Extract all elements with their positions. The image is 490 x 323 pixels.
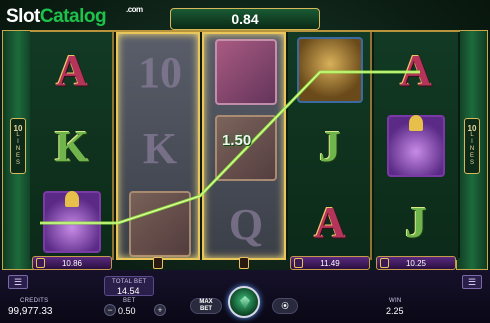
symbol-cell: A [56, 45, 88, 95]
reel-value-4[interactable]: 11.49 [290, 256, 370, 270]
lock-icon [380, 258, 389, 268]
bottom-bar: CREDITS 99,977.33 TOTAL BET 14.54 − BET … [0, 270, 490, 323]
watermark: SlotCatalog .com [6, 5, 143, 27]
menu-icon-right[interactable]: ☰ [462, 275, 482, 289]
total-bet-label: TOTAL BET [112, 279, 147, 285]
reel-value-1[interactable]: 10.86 [32, 256, 112, 270]
lion-icon [297, 37, 363, 103]
bet-value: 0.50 [118, 306, 136, 316]
potion-icon [43, 191, 101, 253]
reel-values-row: 10.86 11.49 10.25 [30, 256, 460, 270]
total-bet-panel: TOTAL BET 14.54 [104, 276, 154, 296]
lion-symbol [288, 32, 370, 108]
potion-symbol [374, 108, 458, 184]
symbol-cell: A [314, 197, 346, 247]
lock-icon [153, 257, 163, 269]
lock-icon [294, 258, 303, 268]
win-value: 2.25 [386, 306, 404, 316]
potion-symbol [30, 184, 112, 260]
bet-increase-button[interactable]: + [154, 304, 166, 316]
reel-2: 10 K [116, 32, 200, 260]
lines-badge-right: 10 L I N E S [464, 118, 480, 174]
spin-gem-icon [240, 296, 250, 309]
symbol-cell: K [142, 123, 178, 173]
lock-icon [239, 257, 249, 269]
reel-1: A K [30, 32, 114, 260]
symbol-cell: J [319, 121, 341, 171]
spin-button[interactable] [228, 286, 260, 318]
reel-value-5[interactable]: 10.25 [376, 256, 456, 270]
reel-4: J A [288, 32, 372, 260]
max-bet-button[interactable]: MAX BET [190, 298, 222, 314]
credits-value: 99,977.33 [8, 306, 53, 317]
book-symbol [118, 186, 198, 258]
symbol-cell: J [405, 197, 427, 247]
reel-lock-3[interactable] [204, 256, 284, 270]
reel-lock-2[interactable] [118, 256, 198, 270]
book-icon [129, 191, 191, 257]
potion-icon [387, 115, 445, 177]
reel-5: A J [374, 32, 458, 260]
top-win-value: 0.84 [231, 11, 259, 27]
symbol-cell: 10 [138, 47, 182, 97]
credits-label: CREDITS [20, 298, 49, 304]
autoplay-button[interactable]: ⦿ [272, 298, 298, 314]
bet-label: BET [123, 298, 136, 304]
menu-icon[interactable]: ☰ [8, 275, 28, 289]
top-win-display: 0.84 [170, 8, 320, 30]
total-bet-value: 14.54 [117, 286, 140, 296]
line-win-amount: 1.50 [222, 132, 252, 149]
win-label: WIN [389, 298, 402, 304]
autoplay-icon: ⦿ [281, 303, 289, 310]
symbol-cell: A [400, 45, 432, 95]
lock-icon [36, 258, 45, 268]
lines-badge-left: 10 L I N E S [10, 118, 26, 174]
bet-decrease-button[interactable]: − [104, 304, 116, 316]
symbol-cell: Q [228, 199, 264, 249]
symbol-cell: K [54, 121, 90, 171]
book-icon [215, 39, 277, 105]
book-symbol [204, 34, 284, 110]
game-stage: 10 L I N E S A K 10 K Q J A A J 10 L I N… [0, 0, 490, 323]
